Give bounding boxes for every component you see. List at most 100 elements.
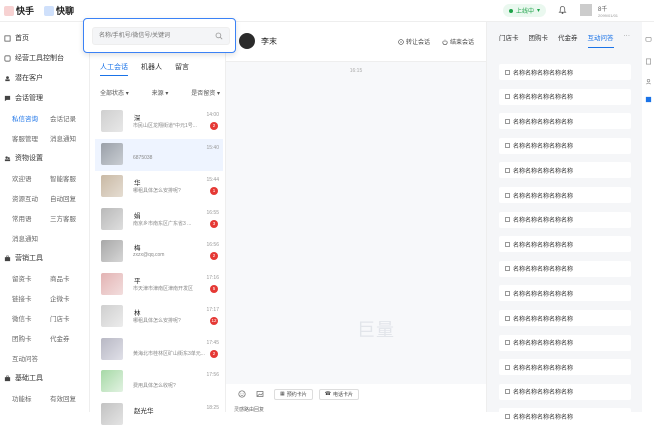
chat-icon[interactable] <box>645 36 652 43</box>
sidebar-item-resource[interactable]: 资源互动 <box>12 193 50 203</box>
bell-icon[interactable] <box>558 5 567 15</box>
list-item[interactable]: 费用具体怎么收呢? 17:56 <box>95 366 223 399</box>
checkbox-icon[interactable] <box>505 291 510 296</box>
checkbox-icon[interactable] <box>505 414 510 419</box>
sidebar-item-agent-mgmt[interactable]: 客服管理 <box>12 133 50 143</box>
sidebar-item-common-phrases[interactable]: 常用语 <box>12 213 50 223</box>
sidebar-item-leads[interactable]: 潜在客户 <box>0 68 89 88</box>
sidebar-item-group-card[interactable]: 团购卡 <box>12 333 50 343</box>
sidebar-item-smart-agent[interactable]: 智能客服 <box>50 173 88 183</box>
checkbox-icon[interactable] <box>505 193 510 198</box>
qa-card-item[interactable]: 名称名称名称名称名称 <box>499 359 631 375</box>
sidebar-item-product-card[interactable]: 商品卡 <box>50 273 88 283</box>
sidebar-item-assets[interactable]: 资物设置 <box>0 148 89 168</box>
list-item[interactable]: 深 市民山区龙翔街道*中元1号... 14:00 2 <box>95 106 223 139</box>
sidebar-item-home[interactable]: 首页 <box>0 28 89 48</box>
sidebar-item-message-notice[interactable]: 消息通知 <box>50 133 88 143</box>
checkbox-icon[interactable] <box>505 365 510 370</box>
checkbox-icon[interactable] <box>505 143 510 148</box>
checkbox-icon[interactable] <box>505 340 510 345</box>
tab-bot[interactable]: 机器人 <box>141 62 162 76</box>
user-profile[interactable]: 8千 2099/01/01 <box>580 2 654 20</box>
sidebar-item-chat-records[interactable]: 会话记录 <box>50 113 88 123</box>
emoji-icon[interactable] <box>238 390 246 398</box>
tab-store-card[interactable]: 门店卡 <box>499 32 519 48</box>
list-item[interactable]: 华 哪租具体怎么安排呢? 15:44 1 <box>95 171 223 204</box>
filter-lead[interactable]: 是否留资 ▾ <box>191 88 220 97</box>
sidebar-item-link-card[interactable]: 链接卡 <box>12 293 50 303</box>
sidebar-item-qa[interactable]: 互动问答 <box>12 353 50 363</box>
sidebar-item-notice[interactable]: 消息通知 <box>12 233 50 243</box>
sidebar-item-private-consult[interactable]: 私信咨询 <box>12 113 50 123</box>
sidebar-item-wecom-card[interactable]: 企微卡 <box>50 293 88 303</box>
checkbox-icon[interactable] <box>505 316 510 321</box>
qa-card-item[interactable]: 名称名称名称名称名称 <box>499 212 631 228</box>
online-status-toggle[interactable]: 上线中 ▾ <box>503 4 546 17</box>
qa-card-item[interactable]: 名称名称名称名称名称 <box>499 162 631 178</box>
checkbox-icon[interactable] <box>505 266 510 271</box>
qa-card-item[interactable]: 名称名称名称名称名称 <box>499 64 631 80</box>
document-icon[interactable] <box>645 58 652 65</box>
list-item[interactable]: 梅 zxzx@qq.com 16:56 2 <box>95 236 223 269</box>
qa-card-item[interactable]: 名称名称名称名称名称 <box>499 89 631 105</box>
search-input[interactable] <box>92 27 230 45</box>
sidebar-item-lead-card[interactable]: 留资卡 <box>12 273 50 283</box>
list-item[interactable]: 黄海北市桂林区矿山街东3单元... 17:45 2 <box>95 334 223 367</box>
sidebar-item-console[interactable]: 经营工具控制台 <box>0 48 89 68</box>
sidebar-item-marketing[interactable]: 营销工具 <box>0 248 89 268</box>
brand-kuailiao[interactable]: 快聊 <box>44 4 74 17</box>
filter-status[interactable]: 全部状态 ▾ <box>100 88 129 97</box>
qa-card-item[interactable]: 名称名称名称名称名称 <box>499 113 631 129</box>
qa-card-item[interactable]: 名称名称名称名称名称 <box>499 236 631 252</box>
end-chat-button[interactable]: 结束会话 <box>442 37 474 46</box>
checkbox-icon[interactable] <box>505 119 510 124</box>
search-icon[interactable] <box>215 32 223 40</box>
sidebar-item-wechat-card[interactable]: 微信卡 <box>12 313 50 323</box>
list-item[interactable]: 赵光华 18:25 <box>95 399 223 431</box>
appointment-card-button[interactable]: ▦ 预约卡片 <box>274 389 313 400</box>
filter-source[interactable]: 来源 ▾ <box>152 88 169 97</box>
sidebar-item-welcome[interactable]: 欢迎语 <box>12 173 50 183</box>
qa-card-item[interactable]: 名称名称名称名称名称 <box>499 310 631 326</box>
list-item[interactable]: 6875038 15:40 <box>95 139 223 172</box>
phone-card-button[interactable]: ☎ 电话卡片 <box>319 389 359 400</box>
sidebar-item-voucher[interactable]: 代金券 <box>50 333 88 343</box>
tab-manual[interactable]: 人工会话 <box>100 62 128 76</box>
checkbox-icon[interactable] <box>505 389 510 394</box>
message-preview: 市天津市津南区津南开发区 <box>133 285 213 292</box>
brand-kuaishou[interactable]: 快手 <box>4 4 34 17</box>
sidebar-item-feature-tag[interactable]: 功能标 <box>12 393 50 403</box>
list-item[interactable]: 林 哪租具体怎么安排呢? 17:17 12 <box>95 301 223 334</box>
tab-voucher[interactable]: 代金券 <box>558 32 578 48</box>
sidebar-item-chat-mgmt[interactable]: 会话管理 <box>0 88 89 108</box>
sidebar-item-third-party[interactable]: 三方客服 <box>50 213 88 223</box>
qa-card-item[interactable]: 名称名称名称名称名称 <box>499 384 631 400</box>
qa-card-item[interactable]: 名称名称名称名称名称 <box>499 187 631 203</box>
sidebar-item-basic[interactable]: 基础工具 <box>0 368 89 388</box>
sidebar-subrow: 客服管理 消息通知 <box>0 128 89 148</box>
sidebar-item-auto-reply[interactable]: 自动回复 <box>50 193 88 203</box>
more-tabs-button[interactable]: ··· <box>624 32 631 48</box>
qa-card-item[interactable]: 名称名称名称名称名称 <box>499 285 631 301</box>
qa-card-item[interactable]: 名称名称名称名称名称 <box>499 261 631 277</box>
list-item[interactable]: 娟 南京乡市南东区广东省3 ... 16:55 3 <box>95 204 223 237</box>
tab-group-card[interactable]: 团购卡 <box>529 32 549 48</box>
qa-card-item[interactable]: 名称名称名称名称名称 <box>499 138 631 154</box>
sidebar-subrow: 欢迎语 智能客服 <box>0 168 89 188</box>
sidebar-item-valid-reply[interactable]: 有效回复 <box>50 393 88 403</box>
checkbox-icon[interactable] <box>505 168 510 173</box>
tab-qa[interactable]: 互动问答 <box>588 32 614 48</box>
sidebar-item-store-card[interactable]: 门店卡 <box>50 313 88 323</box>
transfer-chat-button[interactable]: 转让会话 <box>398 37 430 46</box>
checkbox-icon[interactable] <box>505 70 510 75</box>
image-icon[interactable] <box>256 390 264 398</box>
user-icon[interactable] <box>645 78 652 85</box>
tools-icon[interactable] <box>645 96 652 103</box>
qa-card-item[interactable]: 名称名称名称名称名称 <box>499 408 631 424</box>
checkbox-icon[interactable] <box>505 94 510 99</box>
checkbox-icon[interactable] <box>505 217 510 222</box>
list-item[interactable]: 平 市天津市津南区津南开发区 17:16 5 <box>95 269 223 302</box>
qa-card-item[interactable]: 名称名称名称名称名称 <box>499 335 631 351</box>
tab-messages[interactable]: 留言 <box>175 62 189 76</box>
checkbox-icon[interactable] <box>505 242 510 247</box>
